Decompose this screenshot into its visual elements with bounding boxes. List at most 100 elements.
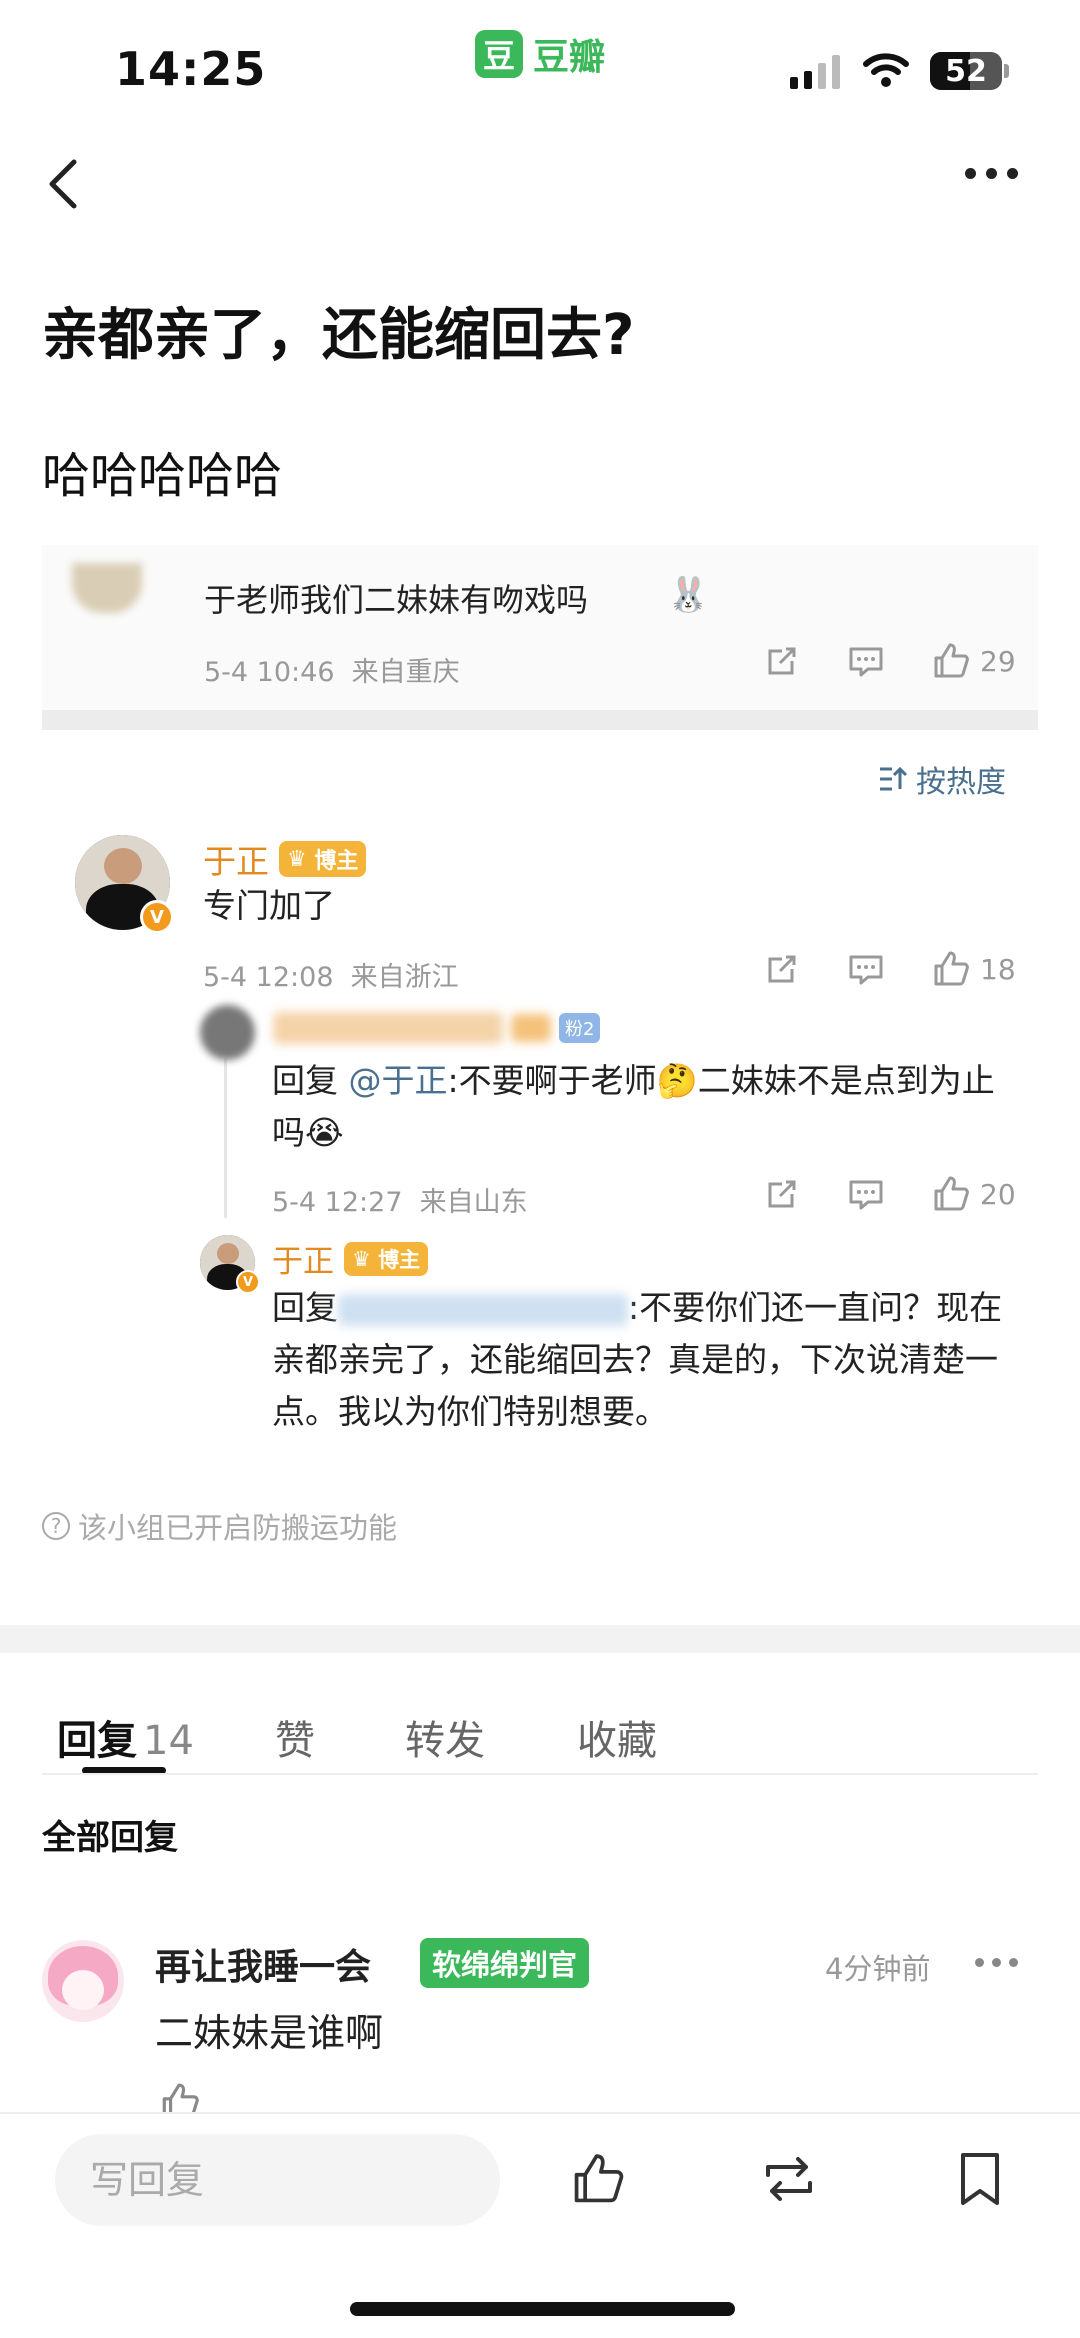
thread-line [224, 1058, 227, 1218]
tab-count: 14 [143, 1718, 194, 1764]
post-body: 哈哈哈哈哈 [42, 448, 283, 504]
comment-icon[interactable] [846, 949, 886, 989]
reply-prefix: 回复 [272, 1061, 338, 1100]
reply-author-name[interactable]: 再让我睡一会 [155, 1938, 371, 1990]
comment-date: 5-4 12:27 [272, 1187, 403, 1218]
more-icon[interactable] [965, 168, 1018, 179]
verified-badge-icon: V [236, 1270, 260, 1294]
home-indicator [350, 2302, 735, 2316]
repost-icon[interactable] [758, 2149, 820, 2209]
reply-input[interactable] [55, 2134, 500, 2226]
like-icon [934, 1176, 969, 1211]
verified-badge-icon: V [140, 900, 174, 934]
status-bar: 14:25 豆 豆瓣 52 [0, 0, 1080, 130]
tab-label: 转发 [405, 1718, 485, 1764]
comment-date: 5-4 12:08 [203, 962, 334, 993]
sort-icon [880, 766, 908, 791]
post-title: 亲都亲了，还能缩回去? [42, 303, 635, 368]
comment-icon[interactable] [846, 641, 886, 681]
share-icon[interactable] [762, 949, 802, 989]
reply-text: 二妹妹是谁啊 [155, 2011, 384, 2055]
avatar[interactable] [42, 1940, 124, 2022]
tabs-divider [42, 1773, 1038, 1775]
like-button[interactable]: 20 [930, 1173, 1016, 1215]
avatar [72, 563, 142, 613]
reply-author: 于正 ♛ 博主 [272, 1236, 429, 1281]
more-icon[interactable] [975, 1958, 1018, 1967]
sort-label: 按热度 [916, 765, 1006, 800]
comment-meta: 5-4 12:08 来自浙江 [203, 955, 459, 994]
anti-copy-notice: ? 该小组已开启防搬运功能 [42, 1505, 397, 1547]
sticker-icon: 🐰 [667, 575, 710, 615]
quoted-comment: 于老师我们二妹妹有吻戏吗 🐰 5-4 10:46 来自重庆 29 [42, 545, 1038, 730]
wifi-icon [863, 53, 909, 87]
reply-prefix: 回复 [272, 1288, 338, 1327]
comment-date: 5-4 10:46 [204, 657, 335, 688]
tab-label: 回复 [57, 1718, 137, 1764]
author-name[interactable]: 于正 [272, 1236, 334, 1281]
comment-meta: 5-4 10:46 来自重庆 [204, 650, 460, 689]
user-title-badge: 软绵绵判官 [420, 1938, 590, 1988]
blogger-badge: ♛ 博主 [279, 841, 367, 877]
like-button[interactable]: 18 [930, 948, 1016, 990]
share-icon[interactable] [762, 641, 802, 681]
fan-badge: 粉2 [559, 1013, 601, 1043]
comment-author: 于正 ♛ 博主 [203, 835, 367, 883]
reply-text: 回复:不要你们还一直问？现在亲都亲完了，还能缩回去？真是的，下次说清楚一点。我以… [272, 1282, 1012, 1438]
share-icon[interactable] [762, 1174, 802, 1214]
top-nav [0, 140, 1080, 220]
author-name[interactable]: 于正 [203, 835, 269, 883]
comment-location: 来自重庆 [351, 657, 460, 688]
tab-favorites[interactable]: 收藏 [577, 1708, 657, 1766]
thinking-emoji-icon: 🤔 [656, 1061, 698, 1100]
sort-button[interactable]: 按热度 [878, 757, 1006, 801]
reply-time: 4分钟前 [825, 1952, 931, 1986]
crying-emoji-icon: 😭 [305, 1113, 344, 1152]
cellular-signal-icon [790, 55, 840, 89]
comment-text: 专门加了 [203, 886, 335, 925]
comment-icon[interactable] [846, 1174, 886, 1214]
all-replies-heading: 全部回复 [42, 1818, 178, 1858]
quoted-comment-text: 于老师我们二妹妹有吻戏吗 [204, 581, 589, 619]
like-icon [934, 643, 969, 678]
like-button[interactable]: 29 [930, 640, 1016, 682]
blogger-badge-label: 博主 [378, 1247, 421, 1272]
blogger-badge-label: 博主 [314, 849, 359, 874]
tab-likes[interactable]: 赞 [275, 1708, 315, 1766]
comment-actions: 18 [762, 948, 1016, 990]
tab-bar: 回复 14 赞 转发 收藏 [0, 1653, 1080, 1775]
comment-actions: 29 [762, 640, 1016, 682]
question-icon: ? [42, 1512, 70, 1540]
battery-icon: 52 [930, 52, 1002, 90]
blurred-badge [511, 1014, 551, 1042]
battery-tip [1004, 64, 1009, 78]
tab-label: 赞 [275, 1718, 315, 1764]
douban-logo-icon: 豆 [475, 30, 523, 78]
reply-text: 回复 @于正:不要啊于老师🤔二妹妹不是点到为止吗😭 [272, 1055, 1012, 1159]
comment-meta: 5-4 12:27 来自山东 [272, 1180, 528, 1219]
back-icon[interactable] [40, 154, 100, 214]
app-indicator: 豆 豆瓣 [475, 28, 605, 80]
battery-level: 52 [945, 53, 987, 89]
tab-reposts[interactable]: 转发 [405, 1708, 485, 1766]
bookmark-icon[interactable] [955, 2149, 1005, 2209]
avatar[interactable] [200, 1005, 255, 1060]
like-count: 20 [980, 1177, 1016, 1211]
app-name: 豆瓣 [533, 37, 606, 78]
like-icon[interactable] [568, 2149, 628, 2209]
mention-link[interactable]: @于正 [349, 1061, 448, 1100]
section-divider [0, 1625, 1080, 1653]
tab-replies[interactable]: 回复 14 [57, 1708, 194, 1766]
comment-location: 来自山东 [419, 1187, 528, 1218]
reply-author: 粉2 [273, 1012, 601, 1044]
tab-label: 收藏 [577, 1718, 657, 1764]
reply-text-part: :不要啊于老师 [447, 1061, 657, 1100]
comment-location: 来自浙江 [350, 962, 459, 993]
bottom-bar [0, 2112, 1080, 2338]
comment-actions: 20 [762, 1173, 1016, 1215]
blurred-username [338, 1293, 628, 1326]
clock: 14:25 [115, 42, 267, 96]
like-icon [934, 951, 969, 986]
like-count: 29 [980, 644, 1016, 678]
blogger-badge: ♛ 博主 [344, 1241, 429, 1276]
